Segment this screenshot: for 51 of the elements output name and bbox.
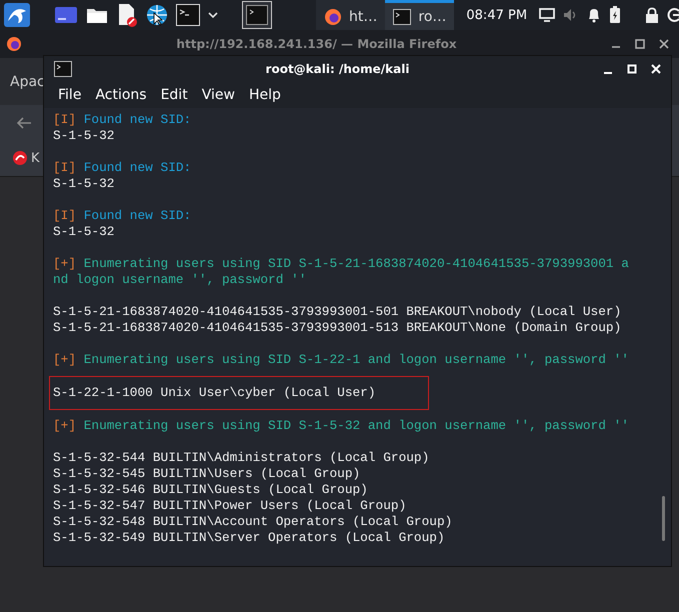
fox-icon — [324, 8, 342, 26]
firefox-icon — [6, 36, 22, 52]
battery-icon[interactable] — [609, 6, 622, 24]
terminal-icon[interactable] — [176, 4, 200, 26]
window-icon[interactable] — [54, 5, 78, 25]
menu-item[interactable]: View — [202, 87, 235, 103]
close-icon[interactable] — [659, 39, 669, 49]
taskbar-task[interactable]: ht… — [316, 0, 386, 30]
terminal-line: S-1-5-32-545 BUILTIN\Users (Local Group) — [53, 466, 362, 482]
terminal-window-button[interactable] — [242, 1, 272, 29]
terminal-line: [I] Found new SID: — [53, 208, 192, 224]
menu-item[interactable]: Help — [248, 87, 281, 103]
terminal-line: S-1-5-32 — [53, 176, 116, 192]
menu-item[interactable]: Edit — [160, 87, 188, 103]
terminal-line: S-1-22-1-1000 Unix User\cyber (Local User) — [53, 385, 377, 401]
monitor-icon[interactable] — [539, 8, 556, 22]
chevron-down-icon[interactable] — [208, 11, 218, 19]
terminal-line: S-1-5-21-1683874020-4104641535-3793993001-501 BREAKOUT\nobody (Local User) — [53, 304, 622, 320]
terminal-line: [I] Found new SID: — [53, 112, 192, 128]
taskbar-task[interactable]: ro… — [385, 0, 454, 30]
browser-tab[interactable]: Apac — [10, 74, 45, 90]
bell-icon[interactable] — [587, 7, 602, 23]
terminal-line: [I] Found new SID: — [53, 160, 192, 176]
maximize-icon[interactable] — [635, 39, 645, 49]
text-editor-icon[interactable] — [116, 3, 138, 27]
clock[interactable]: 08:47 PM — [466, 8, 528, 22]
terminal-line: [+] Enumerating users using SID S-1-5-32 and logon username '', password '' — [53, 418, 630, 434]
terminal-line: S-1-5-32 — [53, 224, 116, 240]
bookmark-icon[interactable] — [12, 150, 28, 166]
terminal-line: [+] Enumerating users using SID S-1-22-1 and logon username '', password '' — [53, 352, 630, 368]
terminal-title: root@kali: /home/kali — [264, 62, 410, 76]
terminal-line: S-1-5-32-548 BUILTIN\Account Operators (Local Group) — [53, 514, 454, 530]
terminal-line: nd logon username '', password '' — [53, 272, 308, 288]
terminal-line: S-1-5-32-546 BUILTIN\Guests (Local Group) — [53, 482, 369, 498]
terminal-line: S-1-5-32-544 BUILTIN\Administrators (Local Group) — [53, 450, 430, 466]
logout-icon[interactable] — [667, 7, 679, 23]
terminal-line: S-1-5-32-547 BUILTIN\Power Users (Local Group) — [53, 498, 408, 514]
scrollbar[interactable] — [662, 496, 665, 541]
terminal-line: S-1-5-21-1683874020-4104641535-3793993001-513 BREAKOUT\None (Domain Group) — [53, 320, 622, 336]
menu-item[interactable]: Actions — [95, 87, 147, 103]
terminal-line: S-1-5-32-549 BUILTIN\Server Operators (Local Group) — [53, 530, 446, 546]
back-arrow-icon[interactable] — [16, 116, 32, 130]
window-title: http://192.168.241.136/ — Mozilla Firefox — [175, 37, 458, 51]
lock-icon[interactable] — [645, 7, 660, 23]
menu-item[interactable]: File — [58, 87, 82, 103]
bookmark-label[interactable]: K — [31, 150, 40, 166]
terminal-icon — [54, 61, 72, 77]
terminal-icon — [393, 8, 412, 24]
globe-icon[interactable] — [146, 4, 168, 26]
terminal-line: [+] Enumerating users using SID S-1-5-21-1683874020-4104641535-3793993001 a — [53, 256, 630, 272]
terminal-line: S-1-5-32 — [53, 128, 116, 144]
